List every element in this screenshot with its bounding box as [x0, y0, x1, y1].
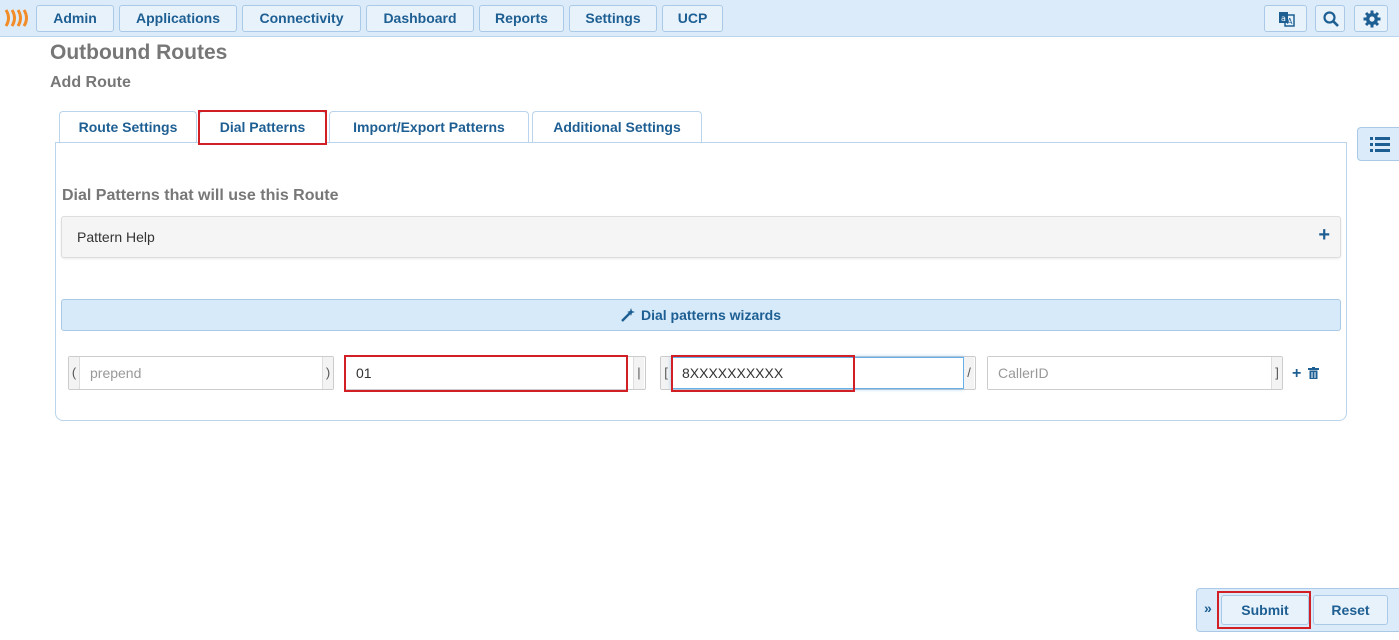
callerid-group: ] — [987, 356, 1283, 390]
wizard-label: Dial patterns wizards — [640, 307, 782, 323]
search-button[interactable] — [1315, 5, 1345, 32]
plus-icon[interactable]: + — [1318, 224, 1330, 247]
submit-button[interactable]: Submit — [1221, 595, 1309, 625]
top-nav-bar: Admin Applications Connectivity Dashboar… — [0, 0, 1399, 37]
tab-dial-patterns[interactable]: Dial Patterns — [199, 111, 326, 143]
add-row-icon[interactable]: + — [1292, 365, 1301, 383]
prefix-separator: | — [634, 357, 644, 389]
svg-text:a: a — [1281, 14, 1286, 23]
callerid-input[interactable] — [988, 357, 1272, 389]
pattern-help-accordion[interactable]: Pattern Help + — [61, 216, 1341, 258]
collapse-action-bar-icon[interactable]: » — [1204, 600, 1212, 616]
tab-route-settings[interactable]: Route Settings — [59, 111, 197, 143]
settings-gear-button[interactable] — [1354, 5, 1388, 32]
translate-icon: a A — [1279, 12, 1295, 27]
magic-wand-icon — [621, 308, 635, 322]
match-pattern-input[interactable] — [671, 357, 964, 389]
nav-admin[interactable]: Admin — [36, 5, 114, 32]
trash-icon[interactable] — [1308, 367, 1319, 379]
match-pattern-group: [ / — [660, 356, 976, 390]
nav-dashboard[interactable]: Dashboard — [366, 5, 474, 32]
floating-nav-toggle[interactable] — [1357, 127, 1399, 161]
section-title: Dial Patterns that will use this Route — [62, 187, 339, 204]
language-button[interactable]: a A — [1264, 5, 1307, 32]
gear-icon — [1363, 10, 1381, 28]
match-pattern-separator: / — [964, 357, 974, 389]
nav-ucp[interactable]: UCP — [662, 5, 723, 32]
tab-import-export-patterns[interactable]: Import/Export Patterns — [329, 111, 529, 143]
prepend-close-paren: ) — [323, 357, 333, 389]
pattern-help-label: Pattern Help — [77, 229, 155, 245]
search-icon — [1323, 11, 1339, 27]
prepend-open-paren: ( — [69, 357, 79, 389]
freepbx-logo[interactable] — [4, 8, 32, 28]
page-subtitle: Add Route — [50, 74, 131, 91]
match-pattern-open-bracket: [ — [661, 357, 671, 389]
prepend-group: ( ) — [68, 356, 334, 390]
tab-additional-settings[interactable]: Additional Settings — [532, 111, 702, 143]
callerid-close-bracket: ] — [1272, 357, 1282, 389]
nav-connectivity[interactable]: Connectivity — [242, 5, 361, 32]
list-icon — [1370, 137, 1390, 152]
prefix-input[interactable] — [346, 357, 634, 389]
dial-patterns-wizard-button[interactable]: Dial patterns wizards — [61, 299, 1341, 331]
nav-reports[interactable]: Reports — [479, 5, 564, 32]
prefix-group: | — [345, 356, 646, 390]
reset-button[interactable]: Reset — [1313, 595, 1388, 625]
svg-text:A: A — [1287, 17, 1293, 26]
nav-applications[interactable]: Applications — [119, 5, 237, 32]
prepend-input[interactable] — [79, 357, 323, 389]
nav-settings[interactable]: Settings — [569, 5, 657, 32]
page-title: Outbound Routes — [50, 41, 228, 64]
